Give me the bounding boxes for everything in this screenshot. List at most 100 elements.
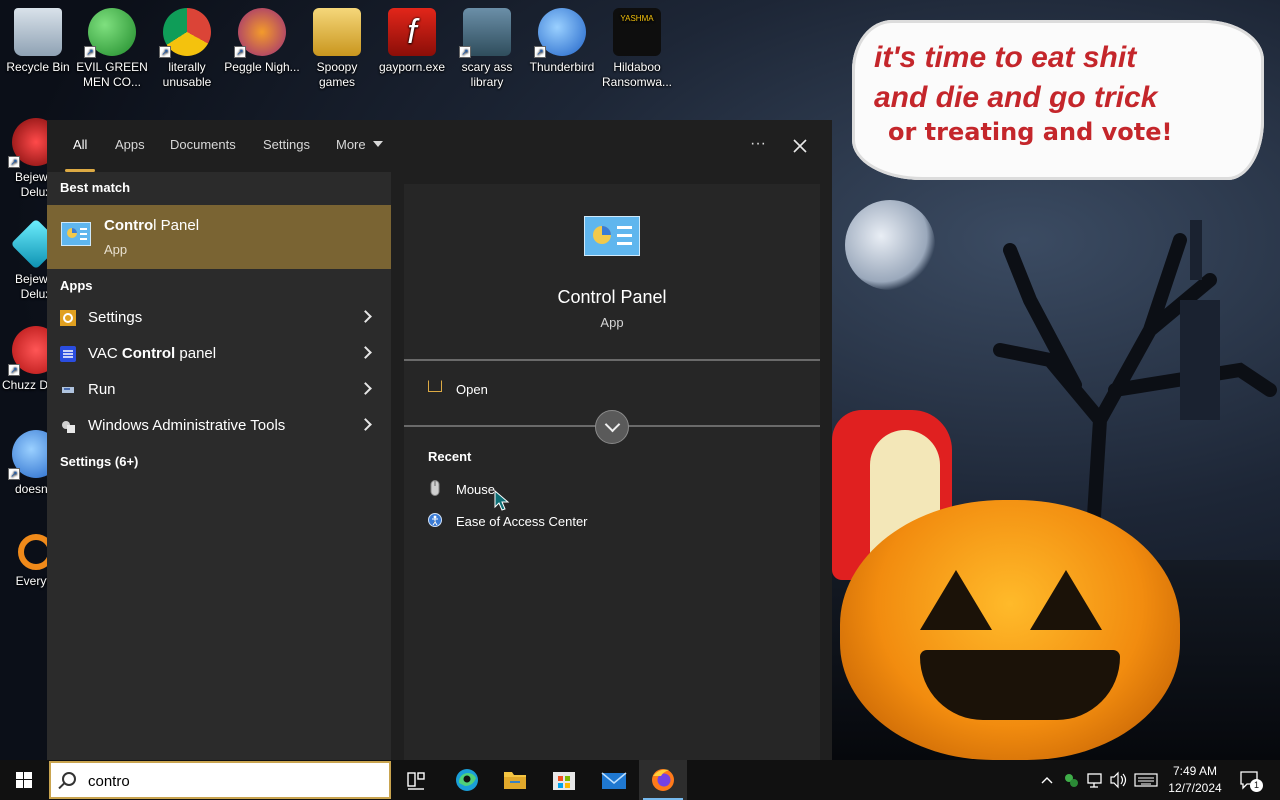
desktop-icon-label: literally unusable: [162, 60, 212, 89]
taskbar-edge[interactable]: [443, 760, 491, 800]
app-label-text: panel: [175, 345, 217, 362]
pumpkin-mouth: [920, 650, 1120, 720]
desktop-icon-label: Hildaboo Ransomwa...: [601, 60, 673, 89]
volume-control[interactable]: [1107, 760, 1129, 800]
shortcut-arrow-icon: ↗: [8, 156, 20, 168]
pumpkin-eye: [1030, 570, 1102, 630]
desktop-icon-peggle[interactable]: ↗ Peggle Nigh...: [224, 2, 300, 75]
taskbar-firefox[interactable]: [639, 760, 687, 800]
settings-icon: [60, 310, 76, 326]
flash-icon: f: [388, 8, 436, 56]
shortcut-arrow-icon: ↗: [234, 46, 246, 58]
action-center-button[interactable]: 1: [1236, 760, 1266, 800]
search-results-list: Best match Control Panel App Apps Settin…: [47, 172, 391, 760]
chevron-right-icon[interactable]: [359, 382, 372, 395]
taskbar-mail[interactable]: [590, 760, 638, 800]
app-result-label: Settings: [88, 309, 142, 326]
desktop-icon-label: EVIL GREEN MEN CO...: [76, 60, 148, 89]
app-result-run[interactable]: Run: [47, 372, 391, 408]
windows-logo-icon: [16, 772, 32, 788]
best-match-control-panel[interactable]: Control Panel App: [47, 205, 391, 269]
tab-settings[interactable]: Settings: [263, 120, 310, 172]
desktop-icon-recycle-bin[interactable]: Recycle Bin: [0, 2, 76, 75]
tab-all[interactable]: All: [64, 120, 97, 172]
chevron-right-icon[interactable]: [359, 310, 372, 323]
folder-icon: [313, 8, 361, 56]
chevron-right-icon[interactable]: [359, 346, 372, 359]
taskbar-store[interactable]: [540, 760, 588, 800]
more-options-button[interactable]: ···: [746, 134, 770, 158]
run-icon: [62, 387, 74, 393]
best-match-name: Control Panel: [104, 217, 199, 234]
clock-time: 7:49 AM: [1172, 764, 1218, 778]
start-search-panel: All Apps Documents Settings More ··· Bes…: [47, 120, 832, 760]
network-status[interactable]: [1084, 760, 1106, 800]
desktop-icon-literally-unusable[interactable]: ↗ literally unusable: [149, 2, 225, 90]
mail-icon: [601, 772, 627, 789]
people-icon: ↗: [84, 8, 136, 58]
library-icon: ↗: [459, 8, 511, 58]
desktop-icon-gayporn[interactable]: f gayporn.exe: [374, 2, 450, 75]
search-icon: [62, 772, 76, 786]
chevron-down-icon: [372, 141, 383, 147]
shortcut-arrow-icon: ↗: [84, 46, 96, 58]
peggle-icon: ↗: [234, 8, 286, 58]
desktop-icon-label: scary ass library: [461, 60, 513, 89]
taskbar-task-view[interactable]: [392, 760, 440, 800]
settings-heading[interactable]: Settings (6+): [60, 454, 138, 469]
control-panel-icon: [61, 222, 91, 246]
taskbar-file-explorer[interactable]: [491, 760, 539, 800]
touch-keyboard-button[interactable]: [1132, 760, 1160, 800]
recycle-bin-icon: [14, 8, 62, 56]
tab-documents[interactable]: Documents: [170, 120, 236, 172]
file-explorer-icon: [504, 772, 526, 789]
recent-item-label: Mouse: [456, 482, 496, 497]
admin-tools-icon: [62, 421, 75, 433]
tab-more-label: More: [336, 137, 366, 152]
result-preview-pane: Control Panel App Open Recent Mouse Ease…: [404, 184, 820, 760]
desktop-icon-spoopy-games[interactable]: Spoopy games: [299, 2, 375, 90]
show-hidden-icons-button[interactable]: [1038, 760, 1056, 800]
best-match-heading: Best match: [60, 180, 131, 195]
edge-icon: [456, 769, 478, 791]
app-result-settings[interactable]: Settings: [47, 300, 391, 336]
taskbar-clock[interactable]: 7:49 AM 12/7/2024: [1163, 763, 1227, 797]
jack-o-lantern: [840, 500, 1180, 760]
keyboard-icon: [1134, 773, 1158, 787]
shortcut-arrow-icon: ↗: [534, 46, 546, 58]
tab-apps[interactable]: Apps: [115, 120, 145, 172]
shortcut-arrow-icon: ↗: [459, 46, 471, 58]
chevron-right-icon[interactable]: [359, 418, 372, 431]
app-result-vac-control-panel[interactable]: VAC Control panel: [47, 336, 391, 372]
app-result-label: Run: [88, 381, 116, 398]
taskbar-search-box[interactable]: [49, 761, 391, 799]
desktop-icon-label: Recycle Bin: [6, 60, 70, 74]
search-input[interactable]: [88, 770, 378, 792]
app-result-windows-administrative-tools[interactable]: Windows Administrative Tools: [47, 408, 391, 444]
thunderbird-icon: ↗: [534, 8, 586, 58]
shortcut-arrow-icon: ↗: [159, 46, 171, 58]
desktop-icon-scary-ass-library[interactable]: ↗ scary ass library: [449, 2, 525, 90]
pumpkin-eye: [920, 570, 992, 630]
speech-bubble: it's time to eat shit and die and go tri…: [852, 20, 1264, 180]
wallpaper-text-line-3: or treating and vote!: [888, 118, 1173, 146]
tray-app[interactable]: [1060, 760, 1082, 800]
taskbar: 7:49 AM 12/7/2024 1: [0, 760, 1280, 800]
desktop-icon-thunderbird[interactable]: ↗ Thunderbird: [524, 2, 600, 75]
start-button[interactable]: [0, 760, 48, 800]
desktop-icon-label: Thunderbird: [529, 60, 595, 74]
shield-icon: YASHMA: [613, 8, 661, 56]
tab-more[interactable]: More: [336, 120, 383, 172]
desktop-icon-hildaboo[interactable]: YASHMA Hildaboo Ransomwa...: [599, 2, 675, 90]
ease-of-access-icon: [428, 513, 442, 527]
desktop-icon-evil-green-men[interactable]: ↗ EVIL GREEN MEN CO...: [74, 2, 150, 90]
app-label-bold: Control: [121, 345, 176, 362]
close-button[interactable]: [788, 134, 812, 158]
clock-date: 12/7/2024: [1168, 781, 1222, 795]
speaker-icon: [1110, 771, 1127, 789]
open-label: Open: [456, 382, 488, 397]
expand-button[interactable]: [595, 410, 629, 444]
best-match-type: App: [104, 242, 128, 257]
control-panel-icon: [584, 216, 640, 256]
shortcut-arrow-icon: ↗: [8, 364, 20, 376]
